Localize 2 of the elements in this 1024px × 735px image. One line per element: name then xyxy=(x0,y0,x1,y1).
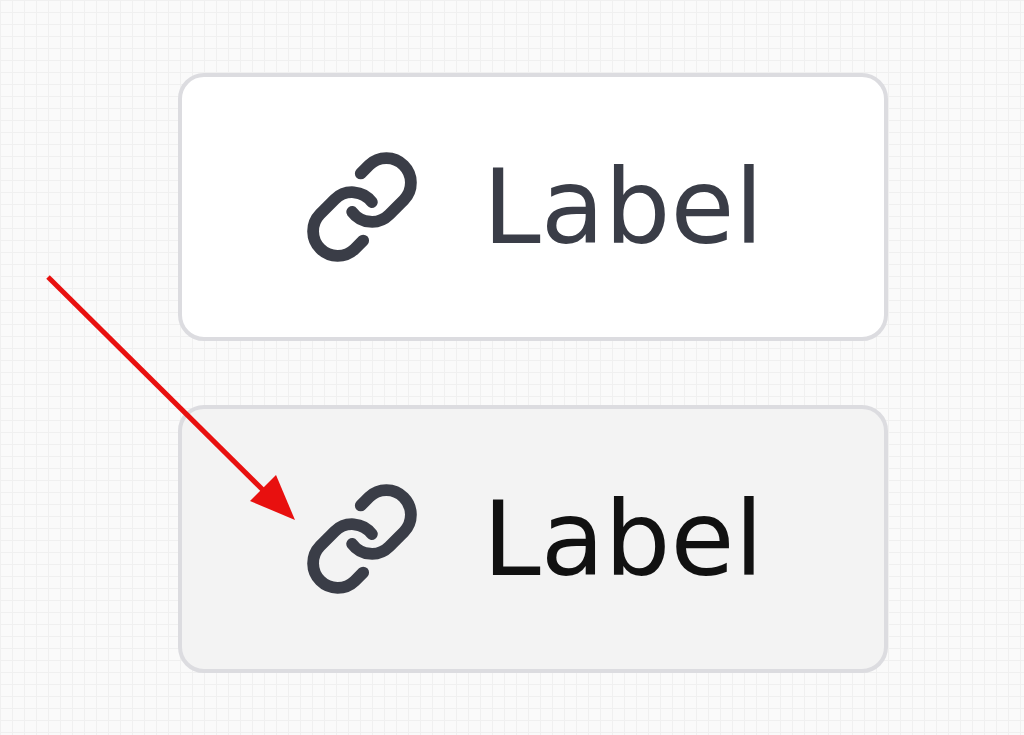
link-button[interactable]: Label xyxy=(178,405,888,673)
link-button[interactable]: Label xyxy=(178,73,888,341)
